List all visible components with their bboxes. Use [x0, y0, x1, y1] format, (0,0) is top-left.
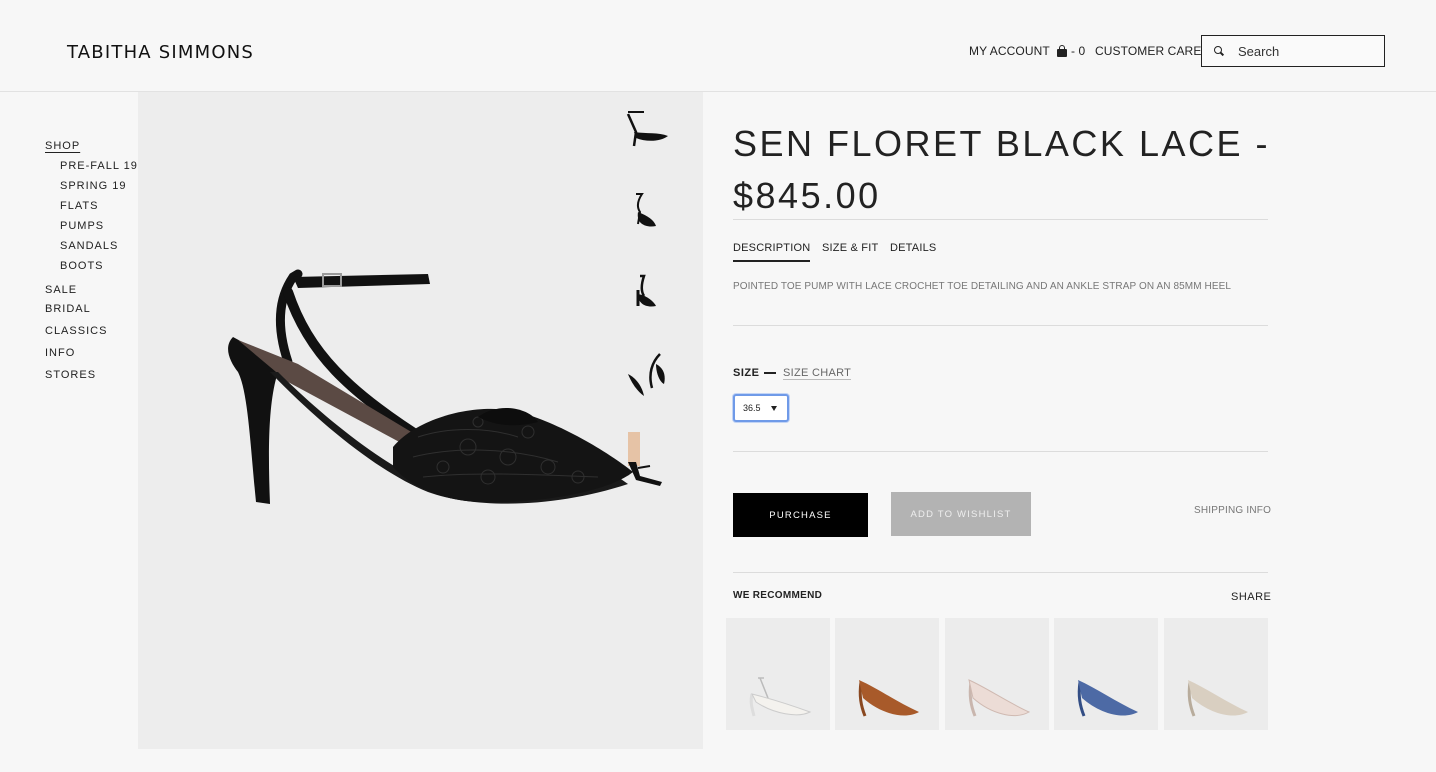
sidebar-item-info[interactable]: INFO: [45, 347, 75, 359]
caret-down-icon: [771, 406, 777, 411]
tab-description[interactable]: DESCRIPTION: [733, 242, 811, 262]
sidebar-item-classics[interactable]: CLASSICS: [45, 325, 107, 337]
divider: [733, 219, 1268, 220]
thumbnail-3[interactable]: [616, 264, 676, 324]
sidebar-item-spring-19[interactable]: SPRING 19: [60, 180, 126, 192]
product-title: SEN FLORET BLACK LACE - $845.00: [733, 123, 1270, 216]
sidebar-item-pumps[interactable]: PUMPS: [60, 220, 104, 232]
we-recommend-heading: WE RECOMMEND: [733, 590, 823, 601]
thumbnail-1[interactable]: [616, 102, 676, 162]
shipping-info-link[interactable]: SHIPPING INFO: [1194, 505, 1271, 516]
brand-logo[interactable]: TABITHA SIMMONS: [67, 42, 254, 63]
share-link[interactable]: SHARE: [1231, 591, 1271, 603]
sidebar-item-shop[interactable]: SHOP: [45, 140, 80, 152]
cart-link[interactable]: - 0: [1056, 44, 1085, 58]
my-account-link[interactable]: MY ACCOUNT: [969, 44, 1050, 58]
recommended-product-1[interactable]: [726, 618, 830, 730]
product-gallery: [138, 92, 703, 749]
recommended-product-2[interactable]: [835, 618, 939, 730]
site-header: TABITHA SIMMONS MY ACCOUNT - 0 CUSTOMER …: [0, 0, 1436, 92]
cart-count: - 0: [1071, 44, 1086, 58]
customer-care-link[interactable]: CUSTOMER CARE: [1095, 44, 1201, 58]
divider: [733, 572, 1268, 573]
size-dash: [764, 372, 776, 374]
search-icon: [1214, 46, 1225, 56]
recommended-shoe-image: [1187, 680, 1248, 717]
purchase-button[interactable]: PURCHASE: [733, 493, 868, 537]
thumbnail-2[interactable]: [616, 182, 676, 242]
add-to-wishlist-button[interactable]: ADD TO WISHLIST: [891, 492, 1031, 536]
recommended-product-5[interactable]: [1164, 618, 1268, 730]
main-product-image: [228, 269, 633, 504]
tab-details[interactable]: DETAILS: [890, 242, 936, 254]
thumbnail-5[interactable]: [616, 426, 676, 486]
shopping-bag-icon: [1056, 45, 1068, 57]
sidebar-item-flats[interactable]: FLATS: [60, 200, 98, 212]
size-chart-link[interactable]: SIZE CHART: [783, 367, 852, 380]
product-description: POINTED TOE PUMP WITH LACE CROCHET TOE D…: [733, 281, 1232, 292]
search-input[interactable]: [1238, 42, 1378, 60]
size-select[interactable]: 36.5: [733, 394, 789, 422]
sidebar-item-stores[interactable]: STORES: [45, 369, 96, 381]
sidebar-item-sandals[interactable]: SANDALS: [60, 240, 118, 252]
recommended-shoe-image: [858, 680, 919, 717]
size-selected-value: 36.5: [743, 403, 761, 413]
divider: [733, 451, 1268, 452]
recommended-product-4[interactable]: [1054, 618, 1158, 730]
divider: [733, 325, 1268, 326]
sidebar-item-sale[interactable]: SALE: [45, 284, 77, 296]
recommended-shoe-image: [968, 679, 1031, 717]
search-box[interactable]: [1201, 35, 1385, 67]
size-label: SIZE: [733, 367, 760, 379]
thumbnail-4[interactable]: [616, 344, 676, 404]
sidebar-item-pre-fall-19[interactable]: PRE-FALL 19: [60, 160, 138, 172]
recommended-shoe-image: [1077, 680, 1138, 717]
recommended-shoe-image: [749, 677, 812, 717]
recommended-product-3[interactable]: [945, 618, 1049, 730]
sidebar-item-boots[interactable]: BOOTS: [60, 260, 104, 272]
tab-size-fit[interactable]: SIZE & FIT: [822, 242, 878, 254]
sidebar-item-bridal[interactable]: BRIDAL: [45, 303, 91, 315]
